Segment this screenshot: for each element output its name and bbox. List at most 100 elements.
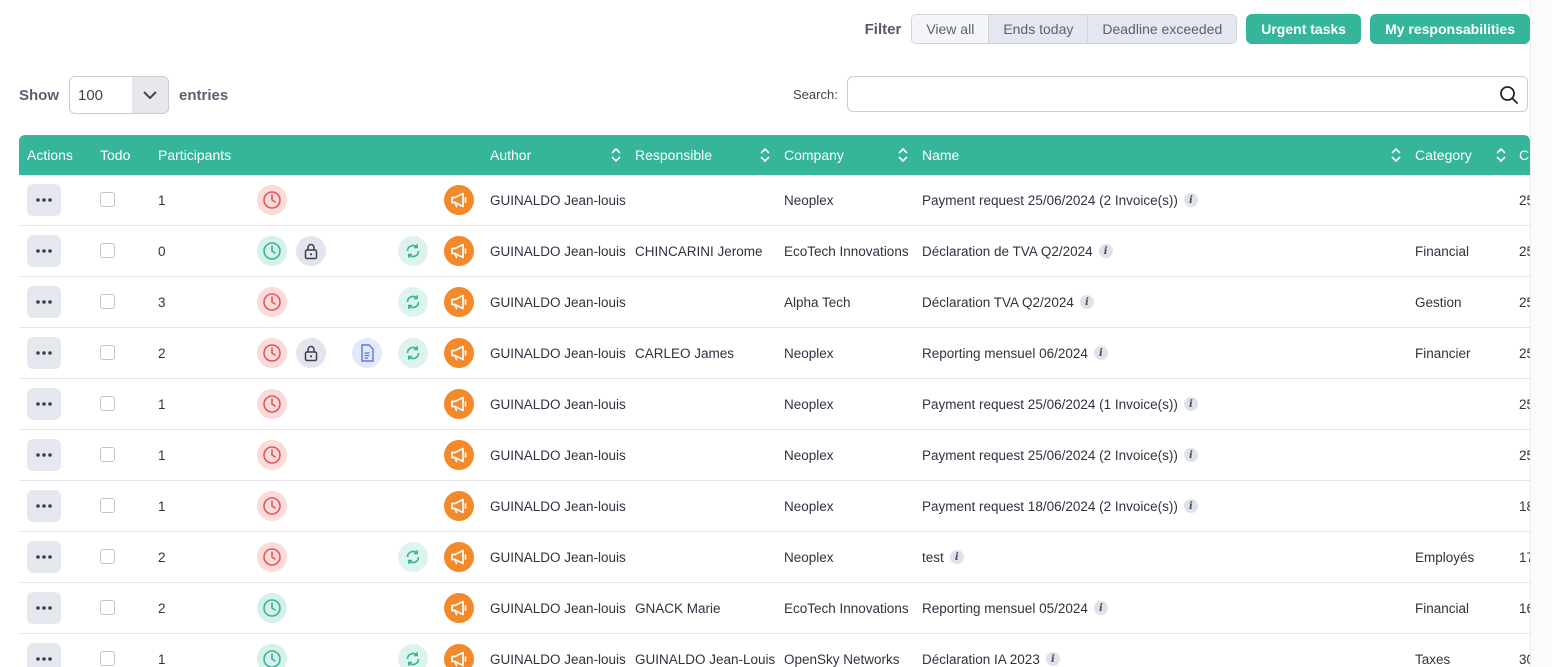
megaphone-icon[interactable] [444, 389, 474, 419]
filter-deadline-exceeded-button[interactable]: Deadline exceeded [1088, 15, 1237, 43]
search-input[interactable] [847, 77, 1527, 111]
clock-overdue-icon[interactable] [257, 338, 287, 368]
name-cell[interactable]: Payment request 25/06/2024 (2 Invoice(s)… [922, 430, 1198, 480]
task-name[interactable]: Payment request 18/06/2024 (2 Invoice(s)… [922, 499, 1178, 514]
clock-ontime-icon[interactable] [257, 644, 287, 667]
task-name[interactable]: Déclaration TVA Q2/2024 [922, 295, 1074, 310]
megaphone-icon[interactable] [444, 542, 474, 572]
urgent-tasks-button[interactable]: Urgent tasks [1246, 14, 1362, 44]
company-cell: Neoplex [784, 498, 834, 514]
megaphone-icon[interactable] [444, 236, 474, 266]
col-author[interactable]: Author [490, 135, 531, 175]
megaphone-icon[interactable] [444, 593, 474, 623]
name-cell[interactable]: Payment request 18/06/2024 (2 Invoice(s)… [922, 481, 1198, 531]
clock-overdue-icon[interactable] [257, 440, 287, 470]
name-cell[interactable]: Déclaration de TVA Q2/2024 i [922, 226, 1113, 276]
info-icon[interactable]: i [1098, 244, 1113, 258]
clock-ontime-icon[interactable] [257, 236, 287, 266]
clock-overdue-icon[interactable] [257, 542, 287, 572]
todo-checkbox[interactable] [100, 243, 115, 258]
row-actions-button[interactable] [27, 184, 61, 216]
clock-overdue-icon[interactable] [257, 287, 287, 317]
todo-checkbox[interactable] [100, 498, 115, 513]
clock-ontime-icon[interactable] [257, 593, 287, 623]
name-cell[interactable]: test i [922, 532, 964, 582]
info-icon[interactable]: i [1093, 346, 1108, 360]
sort-icon[interactable] [1496, 147, 1506, 166]
info-icon[interactable]: i [1183, 499, 1198, 513]
sync-icon[interactable] [398, 338, 428, 368]
col-responsible[interactable]: Responsible [635, 135, 712, 175]
info-icon[interactable]: i [1045, 652, 1060, 666]
clock-overdue-icon[interactable] [257, 185, 287, 215]
task-name[interactable]: Reporting mensuel 06/2024 [922, 346, 1088, 361]
todo-checkbox[interactable] [100, 192, 115, 207]
row-actions-button[interactable] [27, 439, 61, 471]
megaphone-icon[interactable] [444, 491, 474, 521]
sort-icon[interactable] [611, 147, 621, 166]
name-cell[interactable]: Payment request 25/06/2024 (1 Invoice(s)… [922, 379, 1198, 429]
sync-icon[interactable] [398, 287, 428, 317]
row-actions-button[interactable] [27, 643, 61, 667]
clock-overdue-icon[interactable] [257, 389, 287, 419]
todo-checkbox[interactable] [100, 600, 115, 615]
col-name[interactable]: Name [922, 135, 959, 175]
megaphone-icon[interactable] [444, 338, 474, 368]
scrollbar[interactable] [1530, 0, 1552, 667]
document-icon[interactable] [352, 338, 382, 368]
info-icon[interactable]: i [1183, 193, 1198, 207]
row-actions-button[interactable] [27, 286, 61, 318]
info-icon[interactable]: i [1183, 397, 1198, 411]
info-icon[interactable]: i [1093, 601, 1108, 615]
sort-icon[interactable] [760, 147, 770, 166]
name-cell[interactable]: Payment request 25/06/2024 (2 Invoice(s)… [922, 175, 1198, 225]
col-category[interactable]: Category [1415, 135, 1472, 175]
name-cell[interactable]: Déclaration TVA Q2/2024 i [922, 277, 1094, 327]
todo-checkbox[interactable] [100, 447, 115, 462]
sort-icon[interactable] [1391, 147, 1401, 166]
name-cell[interactable]: Reporting mensuel 05/2024 i [922, 583, 1108, 633]
task-name[interactable]: Payment request 25/06/2024 (2 Invoice(s)… [922, 448, 1178, 463]
row-actions-button[interactable] [27, 541, 61, 573]
name-cell[interactable]: Déclaration IA 2023 i [922, 634, 1060, 667]
megaphone-icon[interactable] [444, 440, 474, 470]
task-name[interactable]: Déclaration IA 2023 [922, 652, 1040, 667]
row-actions-button[interactable] [27, 337, 61, 369]
megaphone-icon[interactable] [444, 644, 474, 667]
col-c[interactable]: C [1519, 135, 1529, 175]
lock-icon[interactable] [296, 236, 326, 266]
col-company[interactable]: Company [784, 135, 844, 175]
search-icon[interactable] [1499, 85, 1519, 110]
todo-checkbox[interactable] [100, 651, 115, 666]
megaphone-icon[interactable] [444, 185, 474, 215]
sync-icon[interactable] [398, 236, 428, 266]
sync-icon[interactable] [398, 644, 428, 667]
todo-checkbox[interactable] [100, 396, 115, 411]
my-responsabilities-button[interactable]: My responsabilities [1370, 14, 1530, 44]
task-name[interactable]: Payment request 25/06/2024 (2 Invoice(s)… [922, 193, 1178, 208]
row-actions-button[interactable] [27, 235, 61, 267]
task-name[interactable]: Payment request 25/06/2024 (1 Invoice(s)… [922, 397, 1178, 412]
row-actions-button[interactable] [27, 592, 61, 624]
sort-icon[interactable] [898, 147, 908, 166]
row-actions-button[interactable] [27, 388, 61, 420]
task-name[interactable]: test [922, 550, 944, 565]
todo-checkbox[interactable] [100, 549, 115, 564]
table-body: 1 GUINALDO Jean-louis Neoplex Payment re… [19, 175, 1530, 667]
megaphone-icon[interactable] [444, 287, 474, 317]
filter-view-all-button[interactable]: View all [912, 15, 990, 43]
task-name[interactable]: Reporting mensuel 05/2024 [922, 601, 1088, 616]
todo-checkbox[interactable] [100, 345, 115, 360]
info-icon[interactable]: i [949, 550, 964, 564]
sync-icon[interactable] [398, 542, 428, 572]
info-icon[interactable]: i [1183, 448, 1198, 462]
info-icon[interactable]: i [1079, 295, 1094, 309]
lock-icon[interactable] [296, 338, 326, 368]
clock-overdue-icon[interactable] [257, 491, 287, 521]
filter-ends-today-button[interactable]: Ends today [989, 15, 1089, 43]
todo-checkbox[interactable] [100, 294, 115, 309]
row-actions-button[interactable] [27, 490, 61, 522]
task-name[interactable]: Déclaration de TVA Q2/2024 [922, 244, 1093, 259]
entries-select[interactable]: 100 [69, 76, 169, 114]
name-cell[interactable]: Reporting mensuel 06/2024 i [922, 328, 1108, 378]
